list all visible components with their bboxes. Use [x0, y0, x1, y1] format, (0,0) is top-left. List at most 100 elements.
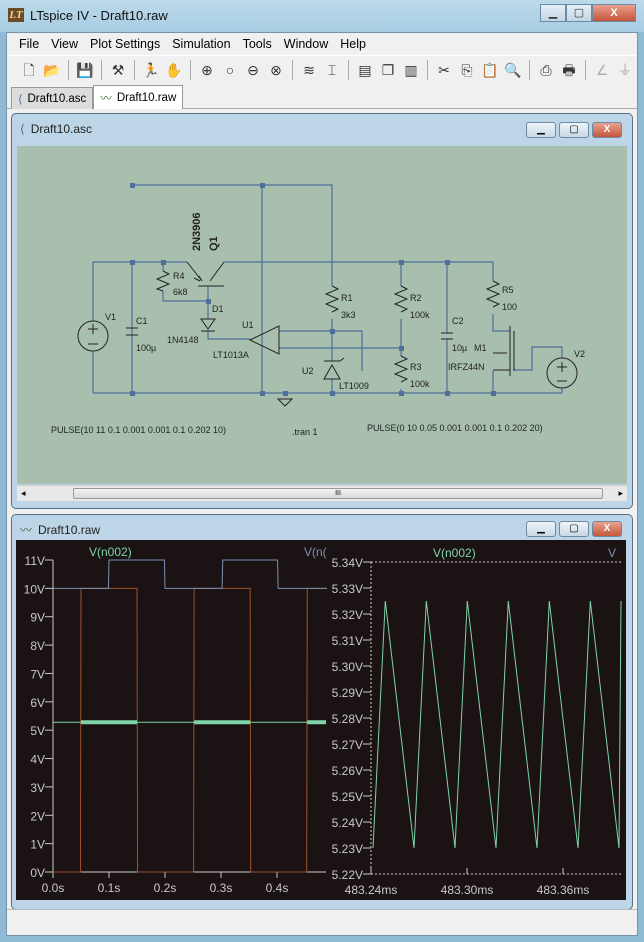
u1-value: LT1013A — [213, 350, 249, 360]
menu-window[interactable]: Window — [278, 33, 334, 55]
y-tick-label: 3V — [30, 781, 45, 795]
scroll-thumb[interactable]: III — [73, 488, 603, 499]
d1-value: 1N4148 — [167, 335, 199, 345]
y-tick-label: 5.22V — [332, 868, 363, 882]
x-tick-label: 0.2s — [154, 881, 177, 895]
waveform-plot[interactable]: 11V 10V 9V 8V 7V 6V 5V 4V 3V 2V 1V 0V0.0s 0.1s 0.2s 0.… — [16, 540, 626, 900]
document-tabs: ⟨ Draft10.asc 〰 Draft10.raw — [7, 85, 637, 109]
halt-icon[interactable]: ✋ — [164, 60, 184, 80]
cut-icon[interactable]: ✂ — [434, 60, 454, 80]
u2-value: LT1009 — [339, 381, 369, 391]
scroll-right-arrow[interactable]: ▸ — [618, 488, 623, 499]
run-icon[interactable]: 🏃 — [141, 60, 161, 80]
zoom-pan-icon[interactable]: ○ — [220, 60, 240, 80]
x-tick-label: 483.24ms — [345, 883, 398, 897]
save-icon[interactable]: 💾 — [75, 60, 95, 80]
print-icon[interactable]: 🖶 — [559, 60, 579, 80]
menu-help[interactable]: Help — [334, 33, 372, 55]
r2-value: 100k — [410, 310, 430, 320]
m1-value: IRFZ44N — [448, 362, 485, 372]
menu-simulation[interactable]: Simulation — [166, 33, 236, 55]
right-plot-bg — [327, 545, 624, 895]
print-preview-icon[interactable]: ⎙ — [536, 60, 556, 80]
y-tick-label: 5.25V — [332, 790, 363, 804]
maximize-button[interactable]: ▢ — [566, 4, 592, 22]
minimize-button[interactable]: ▁ — [526, 521, 556, 537]
cascade-icon[interactable]: ❐ — [378, 60, 398, 80]
r5-label: R5 — [502, 285, 514, 295]
y-tick-label: 6V — [30, 696, 45, 710]
r1-value: 3k3 — [341, 310, 356, 320]
status-bar — [7, 909, 637, 935]
new-schematic-icon[interactable]: 🗋 — [19, 60, 39, 80]
tab-schematic[interactable]: ⟨ Draft10.asc — [11, 87, 94, 109]
zoom-out-icon[interactable]: ⊖ — [243, 60, 263, 80]
y-tick-label: 5.33V — [332, 582, 363, 596]
waveform-window: 〰 Draft10.raw ▁ ▢ X 11V 10V 9V 8V 7V 6V 5V 4V 3V 2V 1… — [11, 514, 633, 910]
menu-plot-settings[interactable]: Plot Settings — [84, 33, 166, 55]
maximize-button[interactable]: ▢ — [559, 521, 589, 537]
menu-view[interactable]: View — [45, 33, 84, 55]
r1-label: R1 — [341, 293, 353, 303]
find-icon[interactable]: 🔍 — [503, 60, 523, 80]
open-icon[interactable]: 📂 — [42, 60, 62, 80]
v1-pulse-directive[interactable]: PULSE(10 11 0.1 0.001 0.001 0.1 0.202 10… — [51, 425, 226, 435]
c2-label: C2 — [452, 316, 464, 326]
window-title: LTspice IV - Draft10.raw — [30, 8, 168, 23]
tile-horizontal-icon[interactable]: ▤ — [355, 60, 375, 80]
ground-icon[interactable]: ⏚ — [615, 60, 635, 80]
scroll-left-arrow[interactable]: ◂ — [21, 488, 26, 499]
left-trace-label[interactable]: V(n002) — [89, 545, 132, 559]
right-trace-label-2[interactable]: V — [608, 546, 616, 560]
close-button[interactable]: X — [592, 521, 622, 537]
maximize-button[interactable]: ▢ — [559, 122, 589, 138]
zoom-in-icon[interactable]: ⊕ — [197, 60, 217, 80]
schematic-window: ⟨ Draft10.asc ▁ ▢ X 2N3906 Q1 R4 6k8 D1 … — [11, 113, 633, 509]
tran-directive[interactable]: .tran 1 — [292, 427, 318, 437]
x-tick-label: 483.36ms — [537, 883, 590, 897]
paste-icon[interactable]: 📋 — [480, 60, 500, 80]
ltspice-logo-icon: LT — [8, 8, 24, 22]
horizontal-scrollbar[interactable]: ◂ III ▸ — [17, 485, 627, 501]
schematic-canvas[interactable]: 2N3906 Q1 R4 6k8 D1 1N4148 V1 C1 100µ U1… — [17, 146, 627, 484]
v1-label: V1 — [105, 312, 116, 322]
y-tick-label: 8V — [30, 639, 45, 653]
c1-label: C1 — [136, 316, 148, 326]
m1-label: M1 — [474, 343, 487, 353]
r3-label: R3 — [410, 362, 422, 372]
y-tick-label: 5.30V — [332, 660, 363, 674]
d1-label: D1 — [212, 304, 224, 314]
minimize-button[interactable]: ▁ — [540, 4, 566, 22]
left-trace-label-2[interactable]: V(n( — [304, 545, 327, 559]
x-tick-label: 0.0s — [42, 881, 65, 895]
y-tick-label: 4V — [30, 753, 45, 767]
minimize-button[interactable]: ▁ — [526, 122, 556, 138]
measure-icon[interactable]: ⌶ — [322, 60, 342, 80]
y-tick-label: 5.34V — [332, 556, 363, 570]
y-tick-label: 5.27V — [332, 738, 363, 752]
r4-value: 6k8 — [173, 287, 188, 297]
close-button[interactable]: X — [592, 122, 622, 138]
n002-ripple-band — [307, 720, 326, 725]
copy-icon[interactable]: ⎘ — [457, 60, 477, 80]
c2-value: 10µ — [452, 343, 467, 353]
v2-label: V2 — [574, 349, 585, 359]
toolbar: 🗋 📂 💾 ⚒ 🏃 ✋ ⊕ ○ ⊖ ⊗ ≋ ⌶ ▤ ❐ ▥ ✂ ⎘ 📋 🔍 ⎙ … — [7, 55, 637, 83]
waveform-icon: 〰 — [100, 92, 112, 105]
n002-ripple-band — [81, 720, 137, 725]
menu-tools[interactable]: Tools — [237, 33, 278, 55]
draw-wire-icon[interactable]: ∠ — [592, 60, 612, 80]
schematic-window-title: Draft10.asc — [30, 122, 93, 136]
schematic-icon: ⟨ — [20, 122, 25, 136]
u2-label: U2 — [302, 366, 314, 376]
zoom-cancel-icon[interactable]: ⊗ — [266, 60, 286, 80]
tab-waveform[interactable]: 〰 Draft10.raw — [93, 85, 184, 109]
tile-vertical-icon[interactable]: ▥ — [401, 60, 421, 80]
right-trace-label[interactable]: V(n002) — [433, 546, 476, 560]
menu-file[interactable]: File — [13, 33, 45, 55]
close-button[interactable]: X — [592, 4, 636, 22]
v2-pulse-directive[interactable]: PULSE(0 10 0.05 0.001 0.001 0.1 0.202 20… — [367, 423, 543, 433]
tab-label: Draft10.asc — [27, 92, 87, 105]
autorange-icon[interactable]: ≋ — [299, 60, 319, 80]
hammer-icon[interactable]: ⚒ — [108, 60, 128, 80]
